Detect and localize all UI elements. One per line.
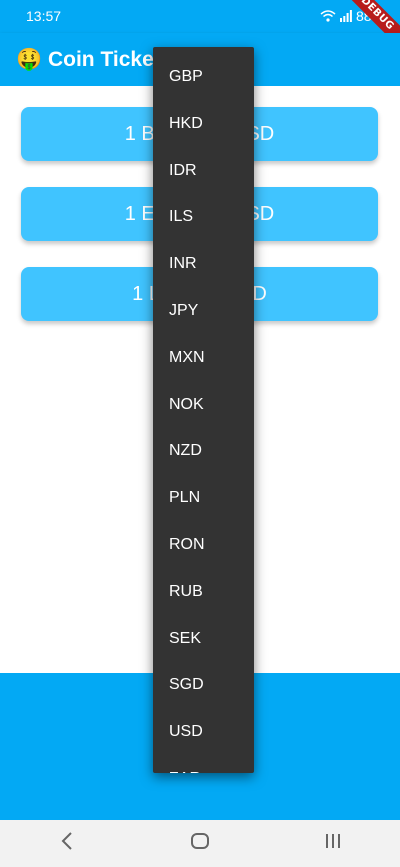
home-button[interactable] bbox=[170, 829, 230, 859]
back-button[interactable] bbox=[37, 829, 97, 859]
currency-dropdown-menu[interactable]: GBP HKD IDR ILS INR JPY MXN NOK NZD PLN … bbox=[153, 47, 254, 773]
recents-icon bbox=[324, 833, 342, 854]
status-bar: 13:57 88% DEBUG bbox=[0, 0, 400, 52]
currency-option-rub[interactable]: RUB bbox=[153, 569, 254, 616]
status-time: 13:57 bbox=[26, 8, 62, 24]
currency-option-sgd[interactable]: SGD bbox=[153, 662, 254, 709]
home-icon bbox=[190, 832, 210, 855]
currency-option-zar[interactable]: ZAR bbox=[153, 756, 254, 773]
currency-option-hkd[interactable]: HKD bbox=[153, 101, 254, 148]
currency-option-pln[interactable]: PLN bbox=[153, 475, 254, 522]
currency-option-sek[interactable]: SEK bbox=[153, 616, 254, 663]
signal-icon bbox=[339, 10, 352, 22]
system-nav-bar bbox=[0, 820, 400, 867]
wifi-icon bbox=[320, 9, 336, 23]
currency-option-idr[interactable]: IDR bbox=[153, 148, 254, 195]
currency-option-nok[interactable]: NOK bbox=[153, 382, 254, 429]
currency-option-jpy[interactable]: JPY bbox=[153, 288, 254, 335]
currency-option-usd[interactable]: USD bbox=[153, 709, 254, 756]
recents-button[interactable] bbox=[303, 829, 363, 859]
currency-option-ils[interactable]: ILS bbox=[153, 194, 254, 241]
currency-option-gbp[interactable]: GBP bbox=[153, 54, 254, 101]
back-icon bbox=[61, 832, 73, 855]
currency-option-mxn[interactable]: MXN bbox=[153, 335, 254, 382]
currency-option-inr[interactable]: INR bbox=[153, 241, 254, 288]
app-title: 🤑 Coin Ticker bbox=[16, 47, 162, 71]
currency-option-ron[interactable]: RON bbox=[153, 522, 254, 569]
currency-option-nzd[interactable]: NZD bbox=[153, 428, 254, 475]
